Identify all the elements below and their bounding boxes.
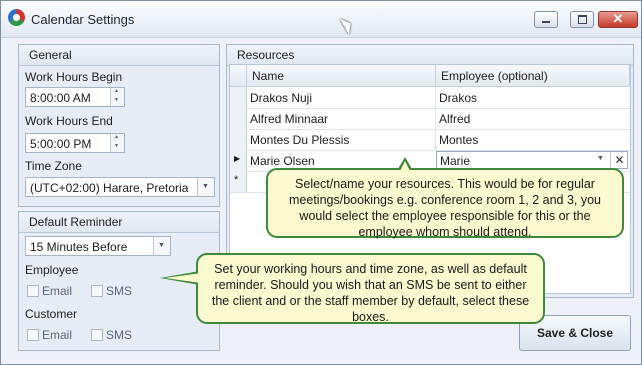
time-zone-chevron-down-icon[interactable]: [197, 178, 214, 196]
current-row-arrow-icon: ▶: [234, 154, 241, 163]
new-row-indicator: *: [230, 171, 247, 192]
work-hours-end-spinner-icon[interactable]: [110, 134, 124, 152]
row-indicator: [230, 129, 247, 150]
app-logo-icon: [8, 9, 25, 26]
employee-email-checkbox[interactable]: Email: [25, 283, 73, 299]
customer-sms-box[interactable]: [91, 329, 103, 341]
customer-email-label: Email: [42, 328, 73, 342]
customer-email-box[interactable]: [27, 329, 39, 341]
minimize-button[interactable]: [534, 11, 558, 28]
close-button[interactable]: ✕: [598, 11, 638, 28]
new-row-asterisk-icon: *: [234, 174, 239, 186]
resource-employee-cell[interactable]: Alfred: [439, 112, 470, 126]
work-hours-begin-value: 8:00:00 AM: [30, 91, 91, 105]
column-header-name-label: Name: [252, 69, 285, 83]
column-header-employee-label: Employee (optional): [441, 69, 548, 83]
work-hours-begin-label: Work Hours Begin: [25, 70, 123, 84]
general-callout: Set your working hours and time zone, as…: [196, 253, 545, 324]
resources-header-label: Resources: [237, 48, 295, 62]
general-callout-text: Set your working hours and time zone, as…: [211, 262, 530, 324]
title-bar: Calendar Settings ✕: [1, 1, 641, 38]
work-hours-end-label: Work Hours End: [25, 114, 113, 128]
maximize-button[interactable]: [570, 11, 594, 28]
close-icon: ✕: [612, 11, 624, 26]
employee-sms-checkbox[interactable]: SMS: [89, 283, 134, 299]
general-header-label: General: [29, 48, 72, 62]
work-hours-begin-spinner-icon[interactable]: [110, 88, 124, 106]
general-group: General Work Hours Begin 8:00:00 AM Work…: [18, 44, 220, 207]
mouse-cursor-icon: [339, 15, 356, 35]
customer-label: Customer: [25, 307, 78, 321]
resource-employee-cell[interactable]: Drakos: [439, 91, 477, 105]
customer-sms-checkbox[interactable]: SMS: [89, 327, 134, 343]
table-row[interactable]: Montes Du Plessis Montes: [230, 129, 630, 151]
reminder-chevron-down-icon[interactable]: [153, 237, 170, 255]
resource-name-cell[interactable]: Montes Du Plessis: [250, 133, 349, 147]
resources-callout: Select/name your resources. This would b…: [266, 168, 624, 239]
reminder-header-label: Default Reminder: [29, 215, 123, 229]
window-title: Calendar Settings: [31, 12, 135, 27]
row-indicator: [230, 87, 247, 108]
time-zone-label: Time Zone: [25, 159, 82, 173]
resource-name-cell[interactable]: Marie Olsen: [250, 154, 315, 168]
resource-name-cell[interactable]: Drakos Nuji: [250, 91, 312, 105]
customer-sms-label: SMS: [106, 328, 133, 342]
table-row[interactable]: Alfred Minnaar Alfred: [230, 108, 630, 130]
work-hours-begin-input[interactable]: 8:00:00 AM: [25, 87, 125, 107]
employee-editor-select[interactable]: Marie ✕: [436, 151, 628, 169]
time-zone-value: (UTC+02:00) Harare, Pretoria: [30, 181, 189, 195]
reminder-select[interactable]: 15 Minutes Before: [25, 236, 171, 256]
row-indicator-header: [230, 65, 247, 87]
resources-group-header: Resources: [227, 45, 633, 66]
employee-email-box[interactable]: [27, 285, 39, 297]
column-header-employee[interactable]: Employee (optional): [436, 65, 630, 87]
resource-name-cell[interactable]: Alfred Minnaar: [250, 112, 328, 126]
resource-employee-cell[interactable]: Montes: [439, 133, 478, 147]
customer-email-checkbox[interactable]: Email: [25, 327, 73, 343]
reminder-value: 15 Minutes Before: [30, 240, 128, 254]
row-indicator: [230, 108, 247, 129]
general-group-header: General: [19, 45, 219, 66]
employee-sms-label: SMS: [106, 284, 133, 298]
reminder-group-header: Default Reminder: [19, 212, 219, 233]
resources-callout-text: Select/name your resources. This would b…: [289, 177, 601, 239]
time-zone-select[interactable]: (UTC+02:00) Harare, Pretoria: [25, 177, 215, 197]
work-hours-end-input[interactable]: 5:00:00 PM: [25, 133, 125, 153]
employee-sms-box[interactable]: [91, 285, 103, 297]
employee-label: Employee: [25, 263, 79, 277]
row-indicator: ▶: [230, 150, 247, 171]
employee-email-label: Email: [42, 284, 73, 298]
column-header-name[interactable]: Name: [247, 65, 436, 87]
employee-editor-clear-icon[interactable]: ✕: [610, 152, 628, 168]
work-hours-end-value: 5:00:00 PM: [30, 137, 92, 151]
employee-editor-chevron-down-icon[interactable]: [593, 152, 608, 168]
employee-editor-value: Marie: [440, 154, 471, 168]
table-row[interactable]: Drakos Nuji Drakos: [230, 87, 630, 109]
